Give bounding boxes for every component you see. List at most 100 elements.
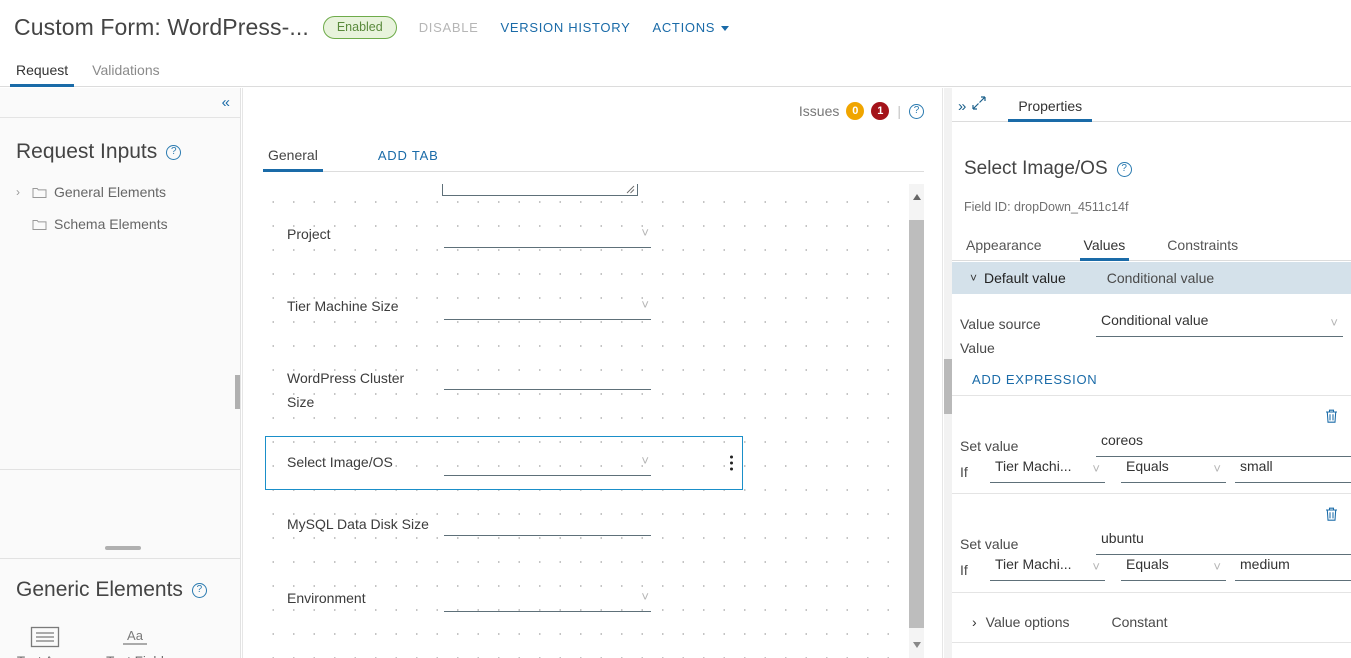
text-field-icon: Aa [90,622,180,652]
condition-field-dropdown[interactable]: Tier Machi... ˅ [990,556,1105,581]
generic-elements-section: Generic Elements ? Text Area Aa Text Fie… [0,558,241,658]
value-options-label[interactable]: Value options [986,614,1070,630]
palette-item-text-field[interactable]: Aa Text Field [90,614,180,658]
condition-field-value: Tier Machi... [995,458,1072,474]
help-icon[interactable]: ? [166,144,182,160]
tab-request[interactable]: Request [10,62,75,87]
scrollbar-thumb[interactable] [909,220,924,628]
constant-label[interactable]: Constant [1111,614,1167,630]
scroll-up-arrow-icon[interactable] [912,194,921,200]
condition-operator-dropdown[interactable]: Equals ˅ [1121,556,1226,581]
version-history-button[interactable]: VERSION HISTORY [501,20,631,35]
field-label: Tier Machine Size [287,298,399,314]
text-input-control[interactable] [444,512,651,536]
divider [952,642,1351,643]
scrollbar-thumb[interactable] [944,359,952,414]
chevron-right-icon[interactable]: › [16,185,32,199]
properties-scrollbar[interactable] [944,88,952,658]
expand-panel-icon[interactable] [972,96,986,121]
actions-menu-label: ACTIONS [652,19,716,35]
actions-menu-button[interactable]: ACTIONS [652,19,730,35]
form-row-environment[interactable]: Environment ˅ [259,586,895,616]
conditional-value-label[interactable]: Conditional value [1107,270,1214,286]
app-header: Custom Form: WordPress-... Enabled DISAB… [0,0,1351,54]
properties-header: » Properties [952,88,1351,122]
canvas-tab-general[interactable]: General [263,147,323,172]
form-row-tier-machine-size[interactable]: Tier Machine Size ˅ [259,294,895,324]
condition-operand-input[interactable]: small [1235,458,1351,483]
palette-item-label: Text Field [90,654,180,658]
condition-field-dropdown[interactable]: Tier Machi... ˅ [990,458,1105,483]
value-source-dropdown[interactable]: Conditional value ˅ [1096,312,1343,337]
issues-label: Issues [798,103,840,119]
condition-operator-value: Equals [1126,458,1169,474]
main-tab-bar: Request Validations [0,54,1351,87]
chevron-down-icon: ˅ [1213,461,1221,476]
chevron-down-icon[interactable]: ˅ [970,271,977,285]
condition-field-value: Tier Machi... [995,556,1072,572]
dropdown-control[interactable]: ˅ [444,222,651,248]
text-input-control[interactable] [444,366,651,390]
tab-values[interactable]: Values [1079,237,1130,261]
canvas-horizontal-resize-handle[interactable] [235,375,240,409]
properties-sub-tabs: Appearance Values Constraints [952,229,1351,261]
delete-expression-icon[interactable] [1324,408,1339,429]
default-value-label[interactable]: Default value [984,270,1066,286]
form-row-textarea[interactable] [259,184,895,208]
disable-button[interactable]: DISABLE [419,20,479,35]
delete-expression-icon[interactable] [1324,506,1339,527]
form-row-wordpress-cluster-size[interactable]: WordPress Cluster Size [259,366,895,414]
field-label: MySQL Data Disk Size [287,516,429,532]
tab-properties[interactable]: Properties [1008,98,1092,122]
textarea-control[interactable] [442,184,638,196]
tab-validations[interactable]: Validations [86,62,165,86]
tab-appearance[interactable]: Appearance [962,237,1046,260]
add-expression-button[interactable]: ADD EXPRESSION [972,372,1097,387]
set-value-input[interactable]: coreos [1096,432,1351,457]
condition-operand-input[interactable]: medium [1235,556,1351,581]
sidebar-vertical-resize-handle[interactable] [105,546,141,550]
value-label: Value [960,340,995,356]
scroll-down-arrow-icon[interactable] [912,642,921,648]
form-design-grid[interactable]: Project ˅ Tier Machine Size ˅ WordPress … [259,184,895,658]
form-row-project[interactable]: Project ˅ [259,222,895,252]
field-label: Project [287,226,331,242]
condition-operator-dropdown[interactable]: Equals ˅ [1121,458,1226,483]
issues-warning-badge[interactable]: 0 [846,102,865,120]
expression-row-2: Set value ubuntu If Tier Machi... ˅ Equa… [952,494,1351,592]
sidebar-item-schema-elements[interactable]: Schema Elements [0,208,240,240]
palette-item-text-area[interactable]: Text Area [0,614,90,658]
set-value-label: Set value [960,438,1019,454]
chevron-down-icon [721,25,730,31]
status-badge: Enabled [322,15,397,39]
collapse-panel-icon[interactable]: » [958,98,966,121]
sidebar-item-general-elements[interactable]: › General Elements [0,176,240,208]
properties-title-row: Select Image/OS ? [964,158,1132,180]
dropdown-control[interactable]: ˅ [444,586,651,612]
folder-icon [32,186,54,199]
dropdown-control[interactable]: ˅ [444,450,651,476]
field-label: WordPress Cluster Size [287,370,405,410]
value-options-row: › Value options Constant [972,614,1168,630]
set-value-input[interactable]: ubuntu [1096,530,1351,555]
collapse-sidebar-icon[interactable]: « [222,95,230,110]
canvas-tab-bar: General ADD TAB [263,140,924,172]
chevron-right-icon[interactable]: › [972,614,977,630]
dropdown-control[interactable]: ˅ [444,294,651,320]
sidebar-item-label: General Elements [54,184,167,200]
properties-title: Select Image/OS [964,158,1108,179]
add-tab-button[interactable]: ADD TAB [373,148,444,171]
help-icon[interactable]: ? [1116,161,1132,177]
form-row-mysql-data-disk-size[interactable]: MySQL Data Disk Size [259,512,895,560]
tab-constraints[interactable]: Constraints [1163,237,1242,260]
help-icon[interactable]: ? [909,103,924,119]
resize-grip-icon[interactable] [626,185,635,194]
divider [952,592,1351,593]
form-row-select-image-os[interactable]: Select Image/OS ˅ [259,436,895,494]
chevron-down-icon: ˅ [641,297,649,312]
element-options-menu-icon[interactable] [730,455,733,471]
help-icon[interactable]: ? [191,582,207,598]
canvas-scrollbar[interactable] [909,184,924,658]
palette-item-label: Text Area [0,654,90,658]
issues-error-badge[interactable]: 1 [871,102,890,120]
